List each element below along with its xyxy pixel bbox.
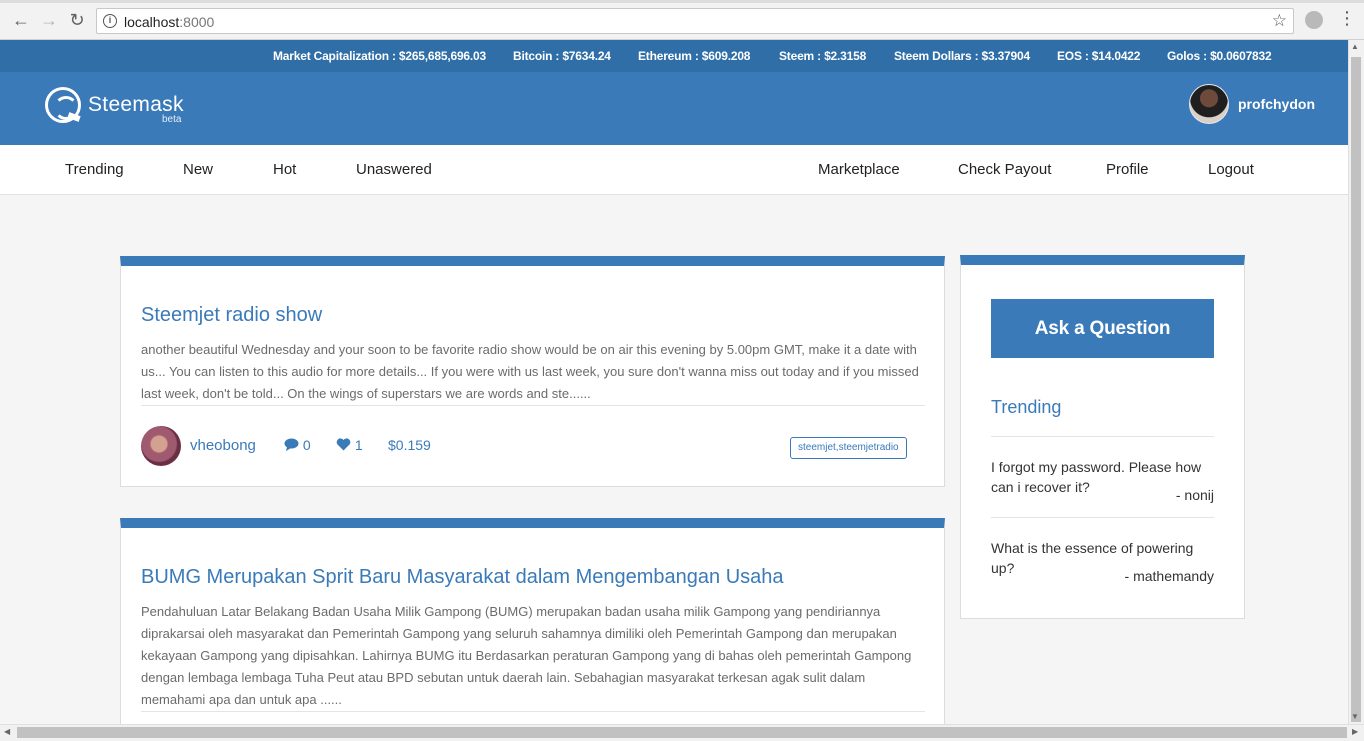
sidebar-divider bbox=[991, 436, 1214, 437]
heart-icon bbox=[336, 438, 351, 451]
post-title[interactable]: Steemjet radio show bbox=[141, 304, 322, 327]
ticker-market-cap: Market Capitalization : $265,685,696.03 bbox=[273, 49, 486, 63]
ticker-golos: Golos : $0.0607832 bbox=[1167, 49, 1272, 63]
ticker-steem-dollars: Steem Dollars : $3.37904 bbox=[894, 49, 1030, 63]
browser-menu-icon[interactable]: ⋮ bbox=[1338, 8, 1356, 29]
nav-profile[interactable]: Profile bbox=[1106, 161, 1149, 178]
scroll-down-icon[interactable]: ▼ bbox=[1351, 712, 1359, 721]
address-bar[interactable]: i localhost:8000 ☆ bbox=[96, 8, 1294, 34]
post-tags[interactable]: steemjet,steemjetradio bbox=[790, 437, 907, 459]
steemask-logo-icon[interactable] bbox=[45, 87, 81, 123]
main-nav: Trending New Hot Unaswered Marketplace C… bbox=[0, 145, 1348, 195]
sidebar-divider bbox=[991, 517, 1214, 518]
nav-unanswered[interactable]: Unaswered bbox=[356, 161, 432, 178]
browser-toolbar: ← → ↻ i localhost:8000 ☆ ⋮ bbox=[0, 0, 1364, 40]
comment-count[interactable]: 0 bbox=[284, 437, 311, 453]
market-ticker: Market Capitalization : $265,685,696.03 … bbox=[0, 40, 1348, 72]
nav-new[interactable]: New bbox=[183, 161, 213, 178]
reload-icon[interactable]: ↻ bbox=[67, 10, 87, 30]
ticker-bitcoin: Bitcoin : $7634.24 bbox=[513, 49, 611, 63]
author-avatar[interactable] bbox=[141, 426, 181, 466]
nav-check-payout[interactable]: Check Payout bbox=[958, 161, 1051, 178]
user-avatar[interactable] bbox=[1189, 84, 1229, 124]
scroll-left-icon[interactable]: ◀ bbox=[4, 727, 10, 736]
post-title[interactable]: BUMG Merupakan Sprit Baru Masyarakat dal… bbox=[141, 566, 784, 589]
post-card: Steemjet radio show another beautiful We… bbox=[120, 256, 945, 487]
like-count[interactable]: 1 bbox=[336, 437, 363, 453]
site-header: Steemask beta profchydon bbox=[0, 72, 1348, 145]
nav-trending[interactable]: Trending bbox=[65, 161, 124, 178]
bookmark-star-icon[interactable]: ☆ bbox=[1272, 11, 1287, 31]
username[interactable]: profchydon bbox=[1238, 96, 1315, 112]
url-text: localhost:8000 bbox=[124, 14, 215, 30]
post-payout: $0.159 bbox=[388, 437, 431, 453]
post-divider bbox=[141, 405, 925, 406]
sidebar: Ask a Question Trending I forgot my pass… bbox=[960, 255, 1245, 619]
horizontal-scroll-thumb[interactable] bbox=[17, 727, 1347, 738]
info-icon[interactable]: i bbox=[103, 14, 117, 28]
post-card: BUMG Merupakan Sprit Baru Masyarakat dal… bbox=[120, 518, 945, 738]
ticker-ethereum: Ethereum : $609.208 bbox=[638, 49, 751, 63]
logo-beta: beta bbox=[162, 114, 182, 125]
scroll-right-icon[interactable]: ▶ bbox=[1352, 727, 1358, 736]
sidebar-trending-heading: Trending bbox=[991, 397, 1062, 417]
ticker-eos: EOS : $14.0422 bbox=[1057, 49, 1141, 63]
ask-question-button[interactable]: Ask a Question bbox=[991, 299, 1214, 358]
question-author[interactable]: - nonij bbox=[1176, 487, 1214, 503]
nav-hot[interactable]: Hot bbox=[273, 161, 296, 178]
post-excerpt: another beautiful Wednesday and your soo… bbox=[141, 342, 919, 401]
nav-logout[interactable]: Logout bbox=[1208, 161, 1254, 178]
nav-marketplace[interactable]: Marketplace bbox=[818, 161, 900, 178]
comment-icon bbox=[284, 438, 299, 451]
vertical-scroll-thumb[interactable] bbox=[1351, 57, 1361, 722]
post-author[interactable]: vheobong bbox=[190, 437, 256, 454]
extension-icon[interactable] bbox=[1305, 11, 1323, 29]
post-excerpt: Pendahuluan Latar Belakang Badan Usaha M… bbox=[141, 604, 912, 707]
scroll-up-icon[interactable]: ▲ bbox=[1351, 42, 1359, 51]
ticker-steem: Steem : $2.3158 bbox=[779, 49, 867, 63]
post-divider bbox=[141, 711, 925, 712]
forward-icon[interactable]: → bbox=[39, 10, 59, 30]
question-author[interactable]: - mathemandy bbox=[1125, 568, 1214, 584]
tab-strip bbox=[0, 0, 1364, 3]
back-icon[interactable]: ← bbox=[11, 10, 31, 30]
